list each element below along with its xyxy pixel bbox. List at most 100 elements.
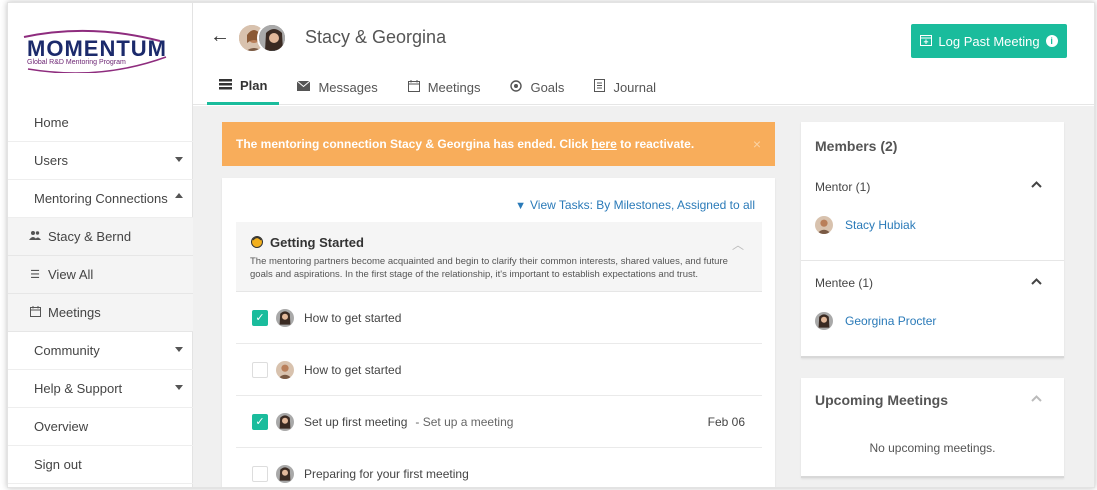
chevron-up-icon[interactable] — [1031, 277, 1042, 288]
sidebar-item-label: Overview — [34, 419, 89, 434]
task-row[interactable]: ✓ Set up first meeting - Set up a meetin… — [236, 396, 762, 448]
milestone-title: Getting Started — [270, 235, 364, 250]
sidebar-item-sign-out[interactable]: Sign out — [8, 446, 193, 484]
plan-icon — [219, 78, 232, 93]
calendar-plus-icon — [920, 34, 933, 49]
filter-icon: ▼ — [515, 200, 526, 212]
caret-down-icon — [175, 347, 183, 352]
milestone-title-row: Getting Started — [250, 234, 748, 251]
close-icon[interactable]: × — [753, 136, 761, 152]
view-tasks-filter[interactable]: ▼ View Tasks: By Milestones, Assigned to … — [515, 198, 755, 212]
hand-icon — [250, 234, 264, 251]
mentor-label: Mentor (1) — [815, 180, 871, 194]
connection-tabs: Plan Messages Meetings Goals Journal — [207, 69, 674, 105]
sidebar-item-overview[interactable]: Overview — [8, 408, 193, 446]
alert-text-after: to reactivate. — [620, 137, 695, 151]
milestone-getting-started[interactable]: Getting Started The mentoring partners b… — [236, 222, 762, 292]
sidebar-item-label: Sign out — [34, 457, 82, 472]
tab-meetings[interactable]: Meetings — [396, 69, 493, 105]
caret-down-icon — [175, 157, 183, 162]
no-meetings-text: No upcoming meetings. — [869, 441, 996, 455]
tab-label: Meetings — [427, 79, 481, 95]
task-title: How to get started — [304, 310, 402, 325]
sidebar-item-stacy-bernd[interactable]: Stacy & Bernd — [8, 218, 193, 256]
upcoming-title: Upcoming Meetings — [815, 392, 949, 408]
tab-plan[interactable]: Plan — [207, 69, 280, 105]
milestone-description: The mentoring partners become acquainted… — [250, 256, 728, 280]
task-subtitle: - Set up a meeting — [415, 414, 514, 429]
chevron-up-icon[interactable]: ︿ — [732, 236, 744, 253]
avatar-stacy — [276, 360, 294, 379]
plan-card: ▼ View Tasks: By Milestones, Assigned to … — [222, 178, 775, 487]
sidebar-item-label: Community — [34, 343, 100, 358]
tab-journal[interactable]: Journal — [582, 69, 668, 105]
app-window: MOMENTUM Global R&D Mentoring Program Ho… — [7, 2, 1095, 488]
task-row[interactable]: How to get started — [236, 344, 762, 396]
sidebar-item-label: Users — [34, 153, 68, 168]
ended-alert: The mentoring connection Stacy & Georgin… — [222, 122, 775, 166]
list-icon: ☰ — [30, 269, 40, 281]
task-checkbox[interactable] — [252, 361, 268, 378]
task-checkbox-checked[interactable]: ✓ — [252, 309, 268, 326]
caret-up-icon — [175, 193, 183, 198]
main-content: The mentoring connection Stacy & Georgin… — [193, 106, 1094, 487]
task-title: Preparing for your first meeting — [304, 467, 469, 481]
avatar-georgina — [276, 308, 294, 327]
log-past-meeting-button[interactable]: Log Past Meeting i — [911, 24, 1067, 58]
tab-label: Goals — [530, 79, 565, 95]
task-title: Set up first meeting — [304, 414, 408, 429]
sidebar-item-meetings[interactable]: Meetings — [8, 294, 193, 332]
avatar-georgina — [276, 465, 294, 483]
info-icon[interactable]: i — [1045, 35, 1058, 47]
upcoming-meetings-card: Upcoming Meetings No upcoming meetings. — [801, 378, 1064, 478]
task-checkbox[interactable] — [252, 466, 268, 482]
tab-label: Messages — [318, 79, 378, 95]
reactivate-link[interactable]: here — [591, 137, 616, 151]
sidebar-item-help-support[interactable]: Help & Support — [8, 370, 193, 408]
sidebar-item-mentoring-connections[interactable]: Mentoring Connections — [8, 180, 193, 218]
tab-label: Plan — [240, 78, 268, 93]
task-title: How to get started — [304, 362, 402, 377]
momentum-logo[interactable]: MOMENTUM Global R&D Mentoring Program — [20, 27, 170, 73]
avatar-georgina — [815, 312, 833, 330]
tab-label: Journal — [613, 79, 657, 95]
caret-down-icon — [175, 385, 183, 390]
sidebar: MOMENTUM Global R&D Mentoring Program Ho… — [8, 3, 193, 487]
back-arrow-icon[interactable]: ← — [210, 25, 230, 48]
sidebar-item-label: View All — [48, 267, 94, 282]
sidebar-item-view-all[interactable]: ☰ View All — [8, 256, 193, 294]
avatar-georgina — [257, 23, 287, 53]
tab-messages[interactable]: Messages — [285, 69, 389, 105]
alert-text-before: The mentoring connection Stacy & Georgin… — [236, 137, 589, 151]
sidebar-item-community[interactable]: Community — [8, 332, 193, 370]
sidebar-item-label: Mentoring Connections — [34, 191, 168, 206]
members-title: Members (2) — [815, 138, 898, 154]
sidebar-item-label: Meetings — [48, 305, 101, 320]
mentee-name: Georgina Procter — [845, 314, 937, 328]
task-checkbox-checked[interactable]: ✓ — [252, 413, 268, 430]
calendar-icon — [28, 305, 42, 320]
sidebar-item-label: Home — [34, 115, 69, 130]
sidebar-nav: Home Users Mentoring Connections Stacy &… — [8, 104, 193, 484]
member-mentee[interactable]: Georgina Procter — [815, 312, 936, 330]
connection-avatars — [237, 23, 297, 57]
avatar-stacy — [815, 216, 833, 234]
envelope-icon — [297, 80, 311, 94]
task-row[interactable]: Preparing for your first meeting — [236, 448, 762, 487]
task-row[interactable]: ✓ How to get started — [236, 292, 762, 344]
log-past-meeting-label: Log Past Meeting — [938, 33, 1040, 49]
calendar-icon — [407, 79, 420, 95]
chevron-up-icon[interactable] — [1031, 394, 1042, 405]
sidebar-item-home[interactable]: Home — [8, 104, 193, 142]
sidebar-item-users[interactable]: Users — [8, 142, 193, 180]
page-title: Stacy & Georgina — [305, 27, 447, 47]
sidebar-item-label: Help & Support — [34, 381, 123, 396]
tab-goals[interactable]: Goals — [498, 69, 576, 105]
mentee-label: Mentee (1) — [815, 276, 874, 290]
member-mentor[interactable]: Stacy Hubiak — [815, 216, 916, 234]
logo-subtitle: Global R&D Mentoring Program — [27, 59, 126, 66]
chevron-up-icon[interactable] — [1031, 180, 1042, 191]
task-due-date: Feb 06 — [707, 414, 745, 429]
mentor-name: Stacy Hubiak — [845, 218, 916, 232]
connection-header: ← Stacy & Georgina Log Past Meeting i Pl… — [193, 3, 1094, 105]
